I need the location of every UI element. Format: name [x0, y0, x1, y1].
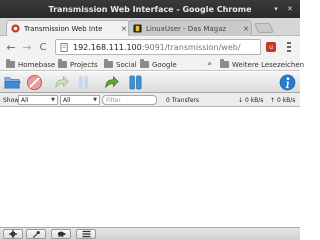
remove-icon	[26, 74, 43, 91]
address-bar[interactable]: 192.168.111.100 :9091/transmission/web/	[55, 39, 261, 55]
bookmark-label: Weitere Lesezeichen	[232, 60, 305, 69]
folder-icon	[140, 59, 149, 68]
pause-icon	[78, 75, 89, 90]
open-folder-icon	[4, 77, 21, 89]
bottom-toolbar	[0, 227, 300, 240]
pause-all-icon	[129, 75, 142, 90]
remove-torrent-button[interactable]	[26, 74, 43, 91]
resume-all-arrow-icon	[105, 75, 119, 89]
tab-strip: Transmission Web Inte × LinuxUser - Das …	[0, 18, 300, 36]
url-path: :9091/transmission/web/	[141, 42, 241, 52]
tracker-filter-select[interactable]: All ▼	[60, 95, 100, 105]
list-icon	[82, 230, 90, 238]
bookmarks-bar: Homebase Projects Social Google » Weiter…	[0, 58, 304, 71]
wrench-icon	[32, 230, 40, 238]
state-filter-select[interactable]: All ▼	[18, 95, 58, 105]
preferences-button[interactable]	[26, 229, 46, 239]
back-arrow-icon[interactable]: ←	[5, 41, 17, 54]
settings-button[interactable]	[3, 229, 23, 239]
sort-button[interactable]	[76, 229, 96, 239]
bookmark-label: Homebase	[18, 60, 56, 69]
ublock-extension-icon[interactable]: u	[266, 42, 276, 52]
linuxuser-favicon-icon	[133, 24, 142, 33]
upload-rate-value: 0 kB/s	[276, 97, 296, 104]
upload-rate: ↑ 0 kB/s	[270, 97, 295, 104]
page-info-icon	[60, 42, 68, 52]
bookmark-folder-projects[interactable]: Projects	[58, 59, 98, 70]
tab-linuxuser[interactable]: LinuxUser - Das Magaz ×	[128, 20, 252, 36]
upload-arrow-icon: ↑	[270, 97, 276, 104]
reload-icon[interactable]: C	[37, 41, 49, 53]
new-tab-button[interactable]	[254, 23, 274, 33]
resume-all-button[interactable]	[103, 74, 120, 91]
info-icon	[279, 74, 296, 91]
show-label: Show	[3, 97, 20, 104]
window-titlebar: Transmission Web Interface - Google Chro…	[0, 0, 300, 18]
download-rate-value: 0 kB/s	[244, 97, 264, 104]
state-filter-value: All	[21, 96, 29, 104]
pause-all-button[interactable]	[127, 74, 144, 91]
chevron-down-icon: ▼	[93, 97, 97, 103]
minimize-button[interactable]: ▾	[271, 4, 281, 14]
torrent-list[interactable]	[0, 107, 300, 227]
transmission-toolbar	[0, 72, 300, 93]
bookmarks-overflow-chevron-icon[interactable]: »	[207, 59, 212, 68]
tab-title: LinuxUser - Das Magaz	[146, 24, 227, 33]
bookmark-folder-homebase[interactable]: Homebase	[6, 59, 55, 70]
browser-menu-icon[interactable]	[284, 41, 294, 53]
filter-bar: Show All ▼ All ▼ Filter 0 Transfers ↓ 0 …	[0, 93, 300, 107]
filter-input[interactable]: Filter	[102, 95, 157, 105]
folder-icon	[58, 59, 67, 68]
navigation-bar: ← → C 192.168.111.100 :9091/transmission…	[0, 36, 300, 58]
tab-transmission[interactable]: Transmission Web Inte ×	[6, 20, 130, 36]
transfer-count: 0 Transfers	[166, 97, 199, 104]
bookmark-label: Social	[116, 60, 137, 69]
tracker-filter-value: All	[63, 96, 71, 104]
close-window-button[interactable]: ✕	[285, 4, 295, 14]
chevron-down-icon: ▼	[51, 97, 55, 103]
folder-icon	[104, 59, 113, 68]
gear-icon	[9, 230, 17, 238]
bookmark-label: Google	[152, 60, 177, 69]
resume-arrow-icon	[55, 75, 69, 89]
turtle-icon	[57, 231, 66, 238]
url-host: 192.168.111.100	[73, 42, 142, 52]
folder-icon	[6, 59, 15, 68]
transmission-favicon-icon	[11, 24, 20, 33]
tab-close-button[interactable]: ×	[241, 24, 251, 33]
download-arrow-icon: ↓	[238, 97, 244, 104]
folder-icon	[220, 59, 229, 68]
forward-arrow-icon[interactable]: →	[21, 41, 33, 54]
speed-limit-button[interactable]	[51, 229, 71, 239]
bookmark-folder-google[interactable]: Google	[140, 59, 177, 70]
bookmark-folder-other[interactable]: Weitere Lesezeichen	[220, 59, 304, 70]
filter-placeholder: Filter	[106, 96, 121, 104]
tab-title: Transmission Web Inte	[24, 24, 103, 33]
inspector-button[interactable]	[279, 74, 296, 91]
bookmark-label: Projects	[70, 60, 98, 69]
download-rate: ↓ 0 kB/s	[238, 97, 263, 104]
open-torrent-button[interactable]	[4, 74, 21, 91]
bookmark-folder-social[interactable]: Social	[104, 59, 137, 70]
window-title: Transmission Web Interface - Google Chro…	[48, 4, 252, 14]
resume-torrent-button[interactable]	[53, 74, 70, 91]
pause-torrent-button[interactable]	[75, 74, 92, 91]
